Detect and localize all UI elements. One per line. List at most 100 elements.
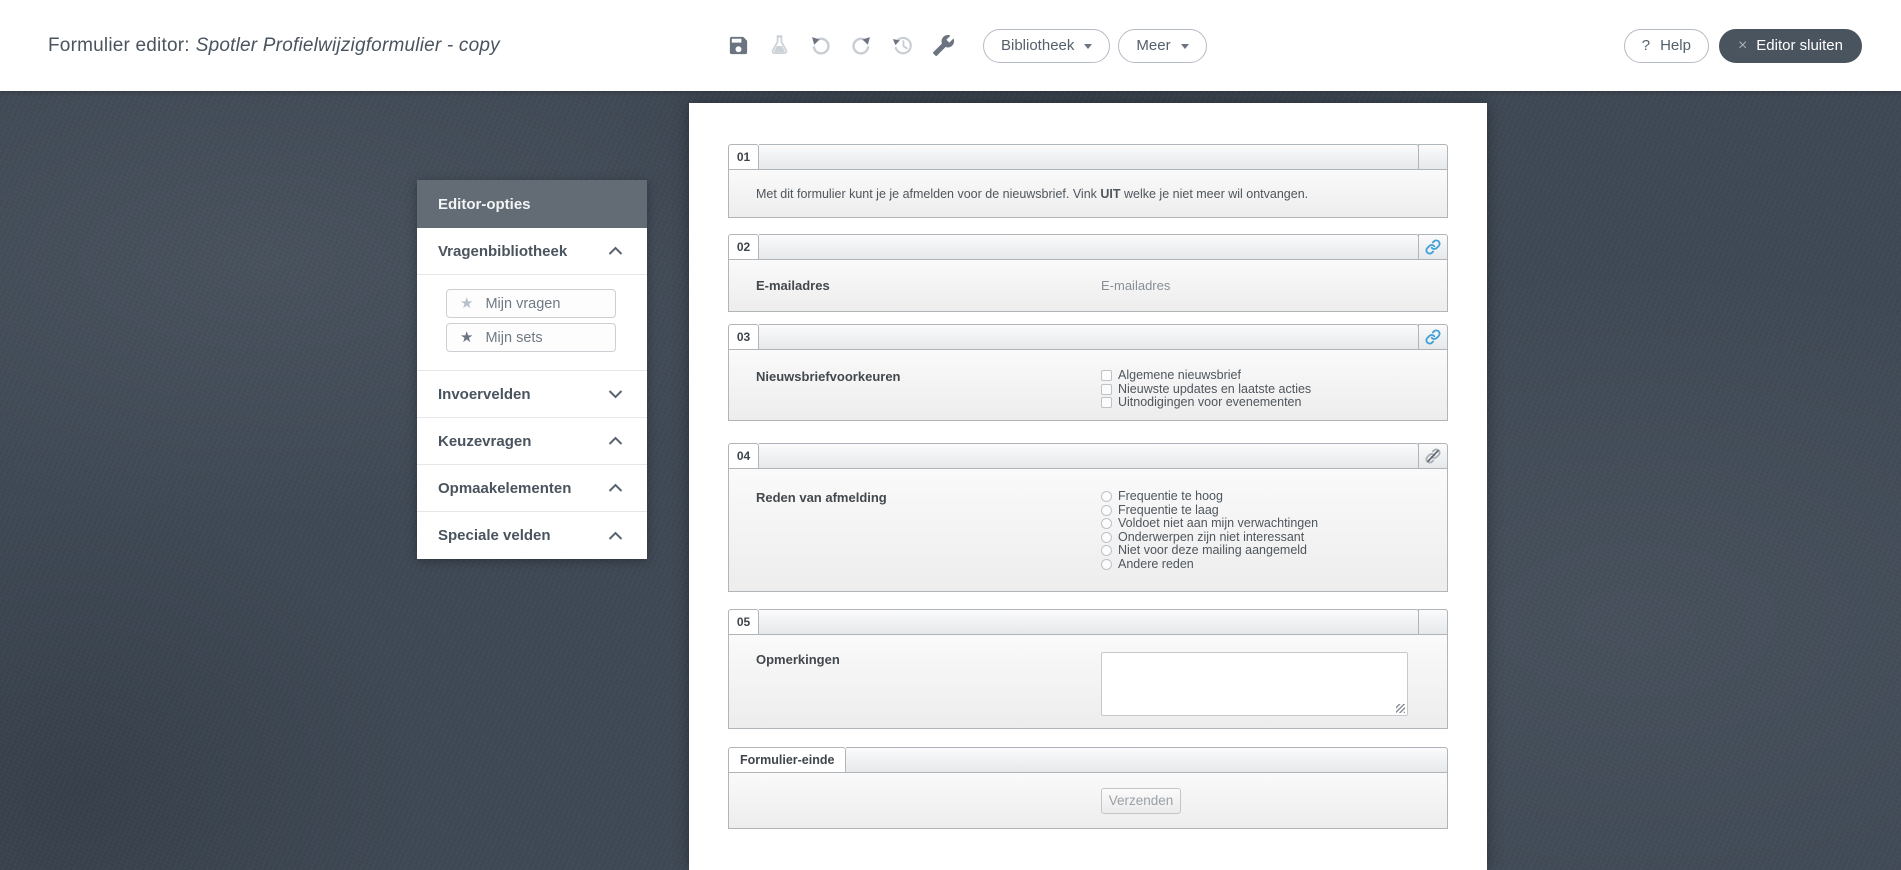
block-04-header: 04	[728, 443, 1448, 469]
checkbox-label: Nieuwste updates en laatste acties	[1118, 381, 1312, 396]
form-canvas: 01 Met dit formulier kunt je je afmelden…	[689, 103, 1487, 870]
mijn-sets-label: Mijn sets	[485, 329, 543, 346]
top-bar: Formulier editor: Spotler Profielwijzigf…	[0, 0, 1901, 91]
radio-button[interactable]	[1101, 558, 1112, 570]
comments-textarea[interactable]	[1101, 652, 1408, 716]
bibliotheek-label: Bibliotheek	[1001, 37, 1075, 54]
redo-icon[interactable]	[849, 34, 873, 58]
intro-text: Met dit formulier kunt je je afmelden vo…	[756, 187, 1308, 201]
sidebar-item-label: Speciale velden	[438, 527, 551, 544]
sidebar-item-label: Invoervelden	[438, 385, 531, 403]
link-icon[interactable]	[1418, 324, 1448, 350]
close-editor-button[interactable]: × Editor sluiten	[1718, 28, 1862, 63]
intro-text-before: Met dit formulier kunt je je afmelden vo…	[756, 186, 1101, 201]
checkbox[interactable]	[1101, 370, 1112, 382]
radio-label: Frequentie te laag	[1118, 502, 1219, 517]
block-drag-strip[interactable]	[759, 144, 1419, 170]
radio-option: Voldoet niet aan mijn verwachtingen	[1101, 517, 1318, 531]
block-number-tab: 01	[728, 144, 759, 170]
resize-grip-icon[interactable]	[1396, 704, 1405, 713]
form-block-01: 01 Met dit formulier kunt je je afmelden…	[728, 144, 1448, 218]
block-drag-strip[interactable]	[759, 443, 1419, 469]
block-02-body: E-mailadres E-mailadres	[728, 259, 1448, 312]
help-button[interactable]: ? Help	[1623, 28, 1709, 63]
checkbox-label: Uitnodigingen voor evenementen	[1118, 395, 1302, 410]
radio-option: Frequentie te hoog	[1101, 490, 1318, 504]
sidebar-item-keuzevragen[interactable]: Keuzevragen	[417, 418, 647, 465]
question-icon: ?	[1641, 37, 1651, 54]
block-drag-strip[interactable]	[759, 324, 1419, 350]
block-01-handle-box[interactable]	[1418, 144, 1448, 170]
question-library-zone: ★ Mijn vragen ★ Mijn sets	[417, 275, 647, 371]
mijn-sets-button[interactable]: ★ Mijn sets	[446, 323, 616, 352]
radio-label: Niet voor deze mailing aangemeld	[1118, 543, 1307, 558]
radio-label: Andere reden	[1118, 556, 1194, 571]
block-03-header: 03	[728, 324, 1448, 350]
block-drag-strip[interactable]	[846, 747, 1448, 773]
unlink-icon[interactable]	[1418, 443, 1448, 469]
checkbox-option: Nieuwste updates en laatste acties	[1101, 381, 1312, 397]
editor-options-panel: Editor-opties Vragenbibliotheek ★ Mijn v…	[417, 180, 647, 559]
sidebar-item-invoervelden[interactable]: Invoervelden	[417, 371, 647, 418]
radio-button[interactable]	[1101, 531, 1112, 543]
sidebar-item-label: Keuzevragen	[438, 432, 532, 450]
page-title: Formulier editor: Spotler Profielwijzigf…	[48, 0, 500, 91]
bibliotheek-dropdown[interactable]: Bibliotheek	[983, 28, 1111, 63]
form-end-body: Verzenden	[728, 772, 1448, 829]
sidebar-item-vragenbibliotheek[interactable]: Vragenbibliotheek	[417, 228, 647, 275]
radio-button[interactable]	[1101, 504, 1112, 516]
block-01-header: 01	[728, 144, 1448, 170]
intro-text-bold: UIT	[1100, 186, 1121, 201]
field-label: Reden van afmelding	[756, 490, 887, 505]
mijn-vragen-label: Mijn vragen	[485, 295, 561, 312]
radio-button[interactable]	[1101, 491, 1112, 503]
block-number-tab: 04	[728, 443, 759, 469]
chevron-up-icon	[608, 246, 623, 255]
radio-button[interactable]	[1101, 545, 1112, 557]
chevron-up-icon	[608, 483, 623, 492]
form-block-02: 02 E-mailadres E-mailadres	[728, 234, 1448, 312]
history-icon[interactable]	[890, 34, 914, 58]
save-icon[interactable]	[726, 34, 750, 58]
radio-group: Frequentie te hoog Frequentie te laag Vo…	[1101, 490, 1318, 591]
chevron-down-icon	[608, 390, 623, 399]
checkbox[interactable]	[1101, 397, 1112, 409]
link-icon[interactable]	[1418, 234, 1448, 260]
checkbox-label: Algemene nieuwsbrief	[1118, 368, 1241, 383]
radio-option: Frequentie te laag	[1101, 502, 1318, 518]
radio-label: Frequentie te hoog	[1118, 489, 1223, 504]
radio-option: Niet voor deze mailing aangemeld	[1101, 544, 1318, 558]
flask-icon[interactable]	[767, 34, 791, 58]
block-drag-strip[interactable]	[759, 609, 1419, 635]
block-05-body: Opmerkingen	[728, 634, 1448, 729]
page-title-prefix: Formulier editor:	[48, 34, 190, 56]
radio-option: Onderwerpen zijn niet interessant	[1101, 530, 1318, 545]
email-field-value[interactable]: E-mailadres	[1101, 278, 1170, 293]
chevron-up-icon	[608, 436, 623, 445]
mijn-vragen-button[interactable]: ★ Mijn vragen	[446, 289, 616, 318]
form-end-header: Formulier-einde	[728, 747, 1448, 773]
radio-button[interactable]	[1101, 518, 1112, 530]
block-03-body: Nieuwsbriefvoorkeuren Algemene nieuwsbri…	[728, 349, 1448, 421]
checkbox[interactable]	[1101, 383, 1112, 395]
radio-label: Voldoet niet aan mijn verwachtingen	[1118, 516, 1319, 531]
sidebar-item-opmaakelementen[interactable]: Opmaakelementen	[417, 465, 647, 512]
wrench-icon[interactable]	[931, 34, 955, 58]
verzenden-button[interactable]: Verzenden	[1101, 787, 1181, 814]
meer-dropdown[interactable]: Meer	[1118, 28, 1207, 63]
checkbox-group: Algemene nieuwsbrief Nieuwste updates en…	[1101, 369, 1311, 420]
chevron-up-icon	[608, 531, 623, 540]
block-drag-strip[interactable]	[759, 234, 1419, 260]
form-block-05: 05 Opmerkingen	[728, 609, 1448, 729]
block-05-handle-box[interactable]	[1418, 609, 1448, 635]
form-end-block: Formulier-einde Verzenden	[728, 747, 1448, 829]
field-label: E-mailadres	[756, 278, 830, 293]
sidebar-item-speciale-velden[interactable]: Speciale velden	[417, 512, 647, 559]
checkbox-option: Uitnodigingen voor evenementen	[1101, 396, 1311, 410]
form-block-04: 04 Reden van afmelding Frequentie te hoo…	[728, 443, 1448, 592]
form-block-03: 03 Nieuwsbriefvoorkeuren Algemene nieuws…	[728, 324, 1448, 421]
editor-options-title: Editor-opties	[417, 180, 647, 228]
block-05-header: 05	[728, 609, 1448, 635]
field-label: Nieuwsbriefvoorkeuren	[756, 369, 901, 384]
undo-icon[interactable]	[808, 34, 832, 58]
